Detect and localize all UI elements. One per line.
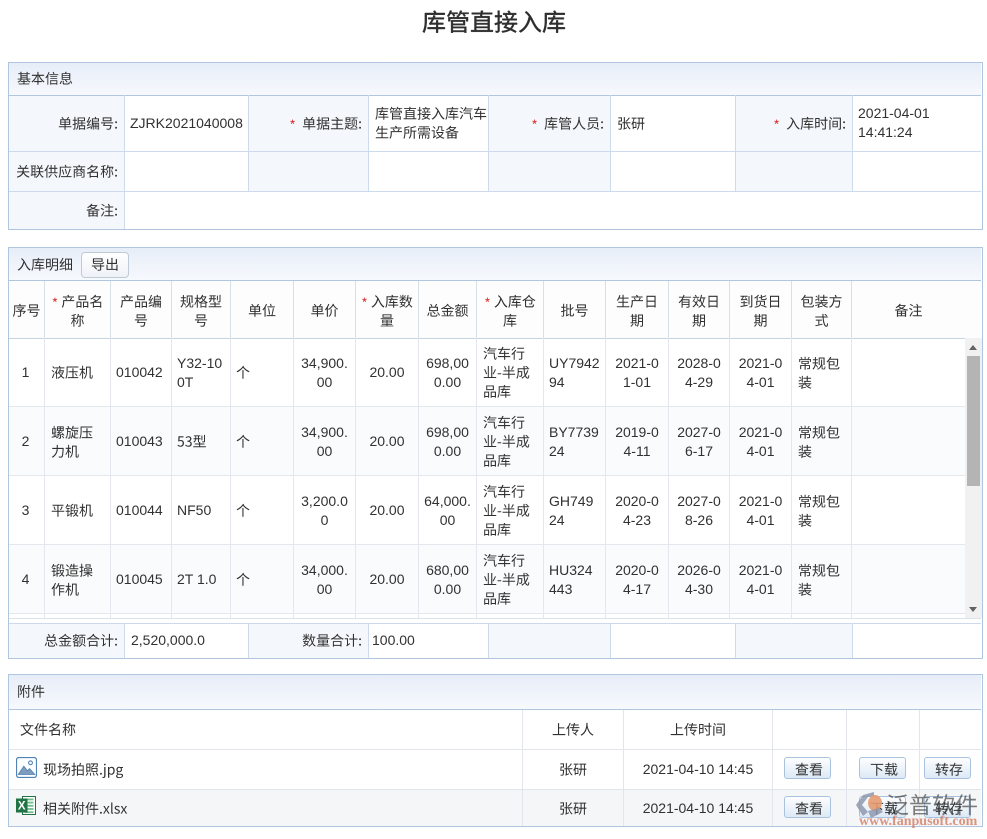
svg-text:X: X bbox=[18, 801, 26, 813]
